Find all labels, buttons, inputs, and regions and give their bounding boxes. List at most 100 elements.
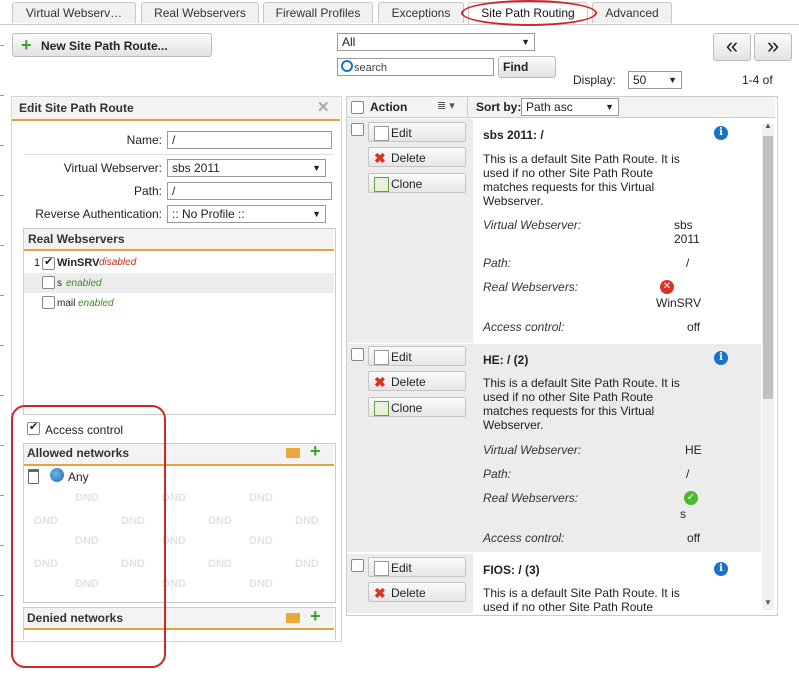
error-icon: ✕	[660, 280, 674, 294]
dnd-watermark: DND	[295, 515, 319, 527]
real-key: Real Webservers:	[483, 491, 579, 505]
real-webserver-checkbox[interactable]: ✔	[42, 256, 55, 270]
list-item: Edit ✖ Delete FIOS: / (3) i This is a def…	[347, 554, 761, 613]
add-icon[interactable]: +	[310, 606, 321, 627]
scrollbar[interactable]: ▲ ▼	[762, 121, 774, 610]
info-icon[interactable]: i	[714, 126, 728, 140]
reverse-auth-select[interactable]: :: No Profile :: ▼	[167, 205, 326, 223]
real-webserver-checkbox[interactable]	[42, 276, 55, 289]
tab-bar: Virtual Webserv… Real Webservers Firewal…	[0, 0, 799, 25]
real-webserver-checkbox[interactable]	[42, 296, 55, 309]
name-value: /	[172, 133, 176, 147]
item-description: This is a default Site Path Route. It is…	[483, 376, 680, 432]
close-icon[interactable]: ✕	[317, 98, 330, 116]
folder-icon[interactable]	[286, 448, 300, 458]
ruler-tick	[0, 45, 4, 46]
real-key: Real Webservers:	[483, 280, 579, 294]
select-all-checkbox[interactable]	[351, 101, 364, 114]
clone-button[interactable]: Clone	[368, 397, 466, 417]
virtual-webserver-select[interactable]: sbs 2011 ▼	[167, 159, 326, 177]
folder-icon[interactable]	[286, 613, 300, 623]
scroll-thumb[interactable]	[763, 136, 773, 399]
list-header: Action ≣ ▾ Sort by: Path asc ▼	[347, 97, 775, 118]
info-icon[interactable]: i	[714, 351, 728, 365]
name-field[interactable]: /	[167, 131, 332, 149]
ruler-tick	[0, 595, 4, 596]
item-checkbox[interactable]	[351, 348, 364, 361]
item-details: FIOS: / (3) i This is a default Site Pat…	[473, 554, 761, 613]
search-placeholder: search	[354, 62, 388, 74]
ruler-tick	[0, 245, 4, 246]
item-checkbox[interactable]	[351, 559, 364, 572]
reverse-auth-label: Reverse Authentication:	[35, 207, 162, 221]
chevron-down-icon: ▼	[521, 37, 530, 47]
dnd-watermark: DND	[249, 535, 273, 547]
dnd-watermark: DND	[208, 515, 232, 527]
ruler-tick	[0, 345, 4, 346]
reverse-auth-value: :: No Profile ::	[172, 207, 245, 221]
access-key: Access control:	[483, 320, 565, 334]
vws-key: Virtual Webserver:	[483, 218, 582, 232]
page-range: 1-4 of	[742, 73, 773, 87]
real-webserver-name: mail	[57, 298, 76, 309]
edit-button[interactable]: Edit	[368, 557, 466, 577]
sort-select[interactable]: Path asc ▼	[521, 98, 619, 116]
tab-advanced[interactable]: Advanced	[592, 2, 672, 23]
path-label: Path:	[133, 184, 162, 198]
tab-real-webservers[interactable]: Real Webservers	[141, 2, 259, 23]
clone-icon	[374, 401, 389, 416]
real-webserver-name: WinSRV	[57, 257, 100, 269]
add-icon[interactable]: +	[310, 441, 321, 462]
delete-button[interactable]: ✖ Delete	[368, 582, 466, 602]
highlight-oval	[461, 0, 597, 26]
delete-label: Delete	[391, 586, 426, 600]
highlight-box	[11, 405, 166, 668]
tab-exceptions[interactable]: Exceptions	[378, 2, 464, 23]
edit-icon	[374, 350, 389, 365]
delete-button[interactable]: ✖ Delete	[368, 371, 466, 391]
dnd-watermark: DND	[295, 558, 319, 570]
clone-label: Clone	[391, 401, 423, 415]
virtual-webserver-value: sbs 2011	[172, 161, 220, 175]
item-title: HE: / (2)	[483, 353, 529, 367]
real-webservers-title: Real Webservers	[28, 232, 125, 246]
find-button[interactable]: Find	[498, 56, 556, 78]
sort-value: Path asc	[526, 100, 573, 114]
real-webserver-status: disabled	[99, 257, 137, 268]
display-count-select[interactable]: 50 ▼	[628, 71, 682, 89]
new-button-label: New Site Path Route...	[41, 39, 168, 53]
vws-value: HE	[685, 443, 702, 457]
divider	[24, 154, 334, 155]
item-title: sbs 2011: /	[483, 128, 544, 142]
access-key: Access control:	[483, 531, 565, 545]
real-webserver-row: s enabled	[24, 273, 334, 293]
edit-button[interactable]: Edit	[368, 346, 466, 366]
search-input[interactable]: search	[337, 58, 494, 76]
row-index: 1	[34, 257, 41, 269]
item-checkbox[interactable]	[351, 123, 364, 136]
edit-button[interactable]: Edit	[368, 122, 466, 142]
vws-value: sbs 2011	[674, 218, 700, 246]
scroll-down-icon[interactable]: ▼	[764, 598, 772, 607]
path-field[interactable]: /	[167, 182, 332, 200]
path-value: /	[172, 184, 176, 198]
real-webserver-row: 1 ✔ WinSRV disabled	[24, 253, 334, 273]
clone-button[interactable]: Clone	[368, 173, 466, 193]
path-key: Path:	[483, 467, 512, 481]
tab-virtual-webservers[interactable]: Virtual Webserv…	[12, 2, 136, 23]
info-icon[interactable]: i	[714, 562, 728, 576]
action-header: Action	[370, 100, 408, 114]
column-menu-icon[interactable]: ≣ ▾	[437, 99, 455, 112]
scroll-up-icon[interactable]: ▲	[764, 121, 772, 130]
delete-button[interactable]: ✖ Delete	[368, 147, 466, 167]
chevron-down-icon: ▼	[312, 209, 321, 219]
tab-firewall-profiles[interactable]: Firewall Profiles	[263, 2, 373, 23]
item-title: FIOS: / (3)	[483, 563, 540, 577]
edit-label: Edit	[391, 561, 412, 575]
new-site-path-route-button[interactable]: + New Site Path Route...	[12, 33, 212, 57]
next-page-button[interactable]: »	[754, 33, 792, 61]
clone-icon	[374, 177, 389, 192]
ruler-tick	[0, 495, 4, 496]
filter-select[interactable]: All ▼	[337, 33, 535, 51]
prev-page-button[interactable]: «	[713, 33, 751, 61]
